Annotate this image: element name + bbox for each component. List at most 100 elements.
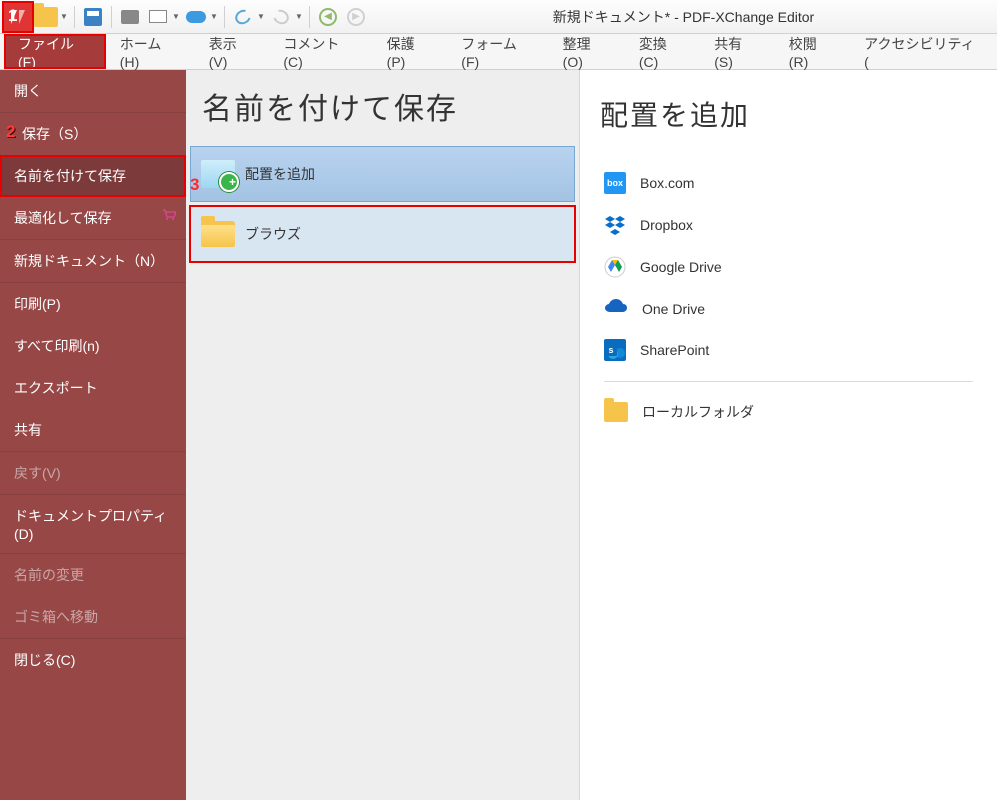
label: 配置を追加 <box>245 164 315 184</box>
nav-back-button[interactable]: ◀ <box>315 4 341 30</box>
add-place-icon: + <box>201 160 235 188</box>
menu-protect[interactable]: 保護(P) <box>373 34 448 69</box>
menu-review[interactable]: 校閲(R) <box>775 34 850 69</box>
label: ブラウズ <box>245 224 301 244</box>
mail-icon <box>149 10 167 23</box>
redo-dropdown[interactable]: ▼ <box>295 12 305 21</box>
label: 閉じる(C) <box>14 652 75 668</box>
menu-bar: ファイル(F) ホーム(H) 表示(V) コメント(C) 保護(P) フォーム(… <box>0 34 997 70</box>
separator <box>111 6 112 28</box>
place-box[interactable]: box Box.com <box>600 162 977 204</box>
window-title: 新規ドキュメント* - PDF-XChange Editor <box>370 7 997 27</box>
place-sharepoint[interactable]: s SharePoint <box>600 329 977 371</box>
nav-forward-button[interactable]: ▶ <box>343 4 369 30</box>
separator <box>224 6 225 28</box>
label: Box.com <box>640 175 694 191</box>
label: 名前を付けて保存 <box>14 168 126 184</box>
separator <box>309 6 310 28</box>
menu-convert[interactable]: 変換(C) <box>625 34 700 69</box>
place-local-folder[interactable]: ローカルフォルダ <box>600 392 977 432</box>
add-place-row[interactable]: 3 + 配置を追加 <box>190 146 575 202</box>
annotation-2: 2 <box>6 122 15 142</box>
folder-icon <box>201 221 235 247</box>
sidebar-item-print-all[interactable]: すべて印刷(n) <box>0 325 186 367</box>
menu-home[interactable]: ホーム(H) <box>106 34 195 69</box>
annotation-3: 3 <box>190 175 199 195</box>
menu-share[interactable]: 共有(S) <box>700 34 775 69</box>
forward-icon: ▶ <box>347 8 365 26</box>
open-dropdown[interactable]: ▼ <box>60 12 70 21</box>
menu-view[interactable]: 表示(V) <box>195 34 270 69</box>
annotation-1-outline <box>2 1 34 33</box>
label: One Drive <box>642 301 705 317</box>
undo-button[interactable] <box>230 4 256 30</box>
panel-title: 名前を付けて保存 <box>186 74 579 146</box>
label: 開く <box>14 83 42 99</box>
menu-organize[interactable]: 整理(O) <box>549 34 625 69</box>
label: 新規ドキュメント（N） <box>14 253 164 269</box>
label: ゴミ箱へ移動 <box>14 609 98 625</box>
label: Google Drive <box>640 259 722 275</box>
browse-row[interactable]: ブラウズ <box>190 206 575 262</box>
file-menu-sidebar: 開く 2 保存（S） 名前を付けて保存 最適化して保存 新規ドキュメント（N） … <box>0 70 186 800</box>
mail-button[interactable] <box>145 4 171 30</box>
redo-button[interactable] <box>268 4 294 30</box>
folder-icon <box>34 7 58 27</box>
label: 最適化して保存 <box>14 210 112 226</box>
menu-file[interactable]: ファイル(F) <box>4 34 106 69</box>
sidebar-item-new-document[interactable]: 新規ドキュメント（N） <box>0 240 186 282</box>
print-icon <box>121 10 139 24</box>
sidebar-item-rename: 名前の変更 <box>0 554 186 596</box>
google-drive-icon <box>604 256 626 278</box>
place-onedrive[interactable]: One Drive <box>600 288 977 329</box>
cloud-icon <box>186 11 206 23</box>
sidebar-item-export[interactable]: エクスポート <box>0 367 186 409</box>
save-button[interactable] <box>80 4 106 30</box>
label: SharePoint <box>640 342 709 358</box>
label: 保存（S） <box>14 126 87 142</box>
menu-comment[interactable]: コメント(C) <box>269 34 372 69</box>
menu-accessibility[interactable]: アクセシビリティ ( <box>850 34 997 69</box>
sidebar-item-revert: 戻す(V) <box>0 452 186 494</box>
label: Dropbox <box>640 217 693 233</box>
label: 名前の変更 <box>14 567 84 583</box>
label: ローカルフォルダ <box>642 402 754 422</box>
box-icon: box <box>604 172 626 194</box>
divider <box>604 381 973 382</box>
sidebar-item-save[interactable]: 2 保存（S） <box>0 113 186 155</box>
label: 共有 <box>14 422 42 438</box>
folder-icon <box>604 402 628 422</box>
place-dropbox[interactable]: Dropbox <box>600 204 977 246</box>
cloud-dropdown[interactable]: ▼ <box>210 12 220 21</box>
sidebar-item-optimize-save[interactable]: 最適化して保存 <box>0 197 186 239</box>
sidebar-item-close[interactable]: 閉じる(C) <box>0 639 186 681</box>
separator <box>74 6 75 28</box>
label: 戻す(V) <box>14 465 61 481</box>
back-icon: ◀ <box>319 8 337 26</box>
onedrive-icon <box>604 298 628 319</box>
label: 印刷(P) <box>14 296 61 312</box>
cloud-button[interactable] <box>183 4 209 30</box>
label: すべて印刷(n) <box>14 338 100 354</box>
mail-dropdown[interactable]: ▼ <box>172 12 182 21</box>
undo-dropdown[interactable]: ▼ <box>257 12 267 21</box>
open-folder-button[interactable] <box>33 4 59 30</box>
label: ドキュメントプロパティ(D) <box>14 508 167 542</box>
dropbox-icon <box>604 214 626 236</box>
sidebar-item-share[interactable]: 共有 <box>0 409 186 451</box>
sidebar-item-doc-properties[interactable]: ドキュメントプロパティ(D) <box>0 495 186 553</box>
label: エクスポート <box>14 380 98 396</box>
title-bar: 1 ▼ ▼ ▼ ▼ ▼ ◀ ▶ 新規ドキュメント* - PDF-XChange … <box>0 0 997 34</box>
sharepoint-icon: s <box>604 339 626 361</box>
sidebar-item-open[interactable]: 開く <box>0 70 186 112</box>
sidebar-item-save-as[interactable]: 名前を付けて保存 <box>0 155 186 197</box>
menu-form[interactable]: フォーム(F) <box>447 34 548 69</box>
panel-title: 配置を追加 <box>600 84 977 162</box>
main-area: 開く 2 保存（S） 名前を付けて保存 最適化して保存 新規ドキュメント（N） … <box>0 70 997 800</box>
print-button[interactable] <box>117 4 143 30</box>
save-as-panel: 名前を付けて保存 3 + 配置を追加 ブラウズ <box>186 70 580 800</box>
undo-icon <box>233 6 254 26</box>
sidebar-item-print[interactable]: 印刷(P) <box>0 283 186 325</box>
add-place-panel: 配置を追加 box Box.com Dropbox Google Drive O… <box>580 70 997 800</box>
place-google-drive[interactable]: Google Drive <box>600 246 977 288</box>
